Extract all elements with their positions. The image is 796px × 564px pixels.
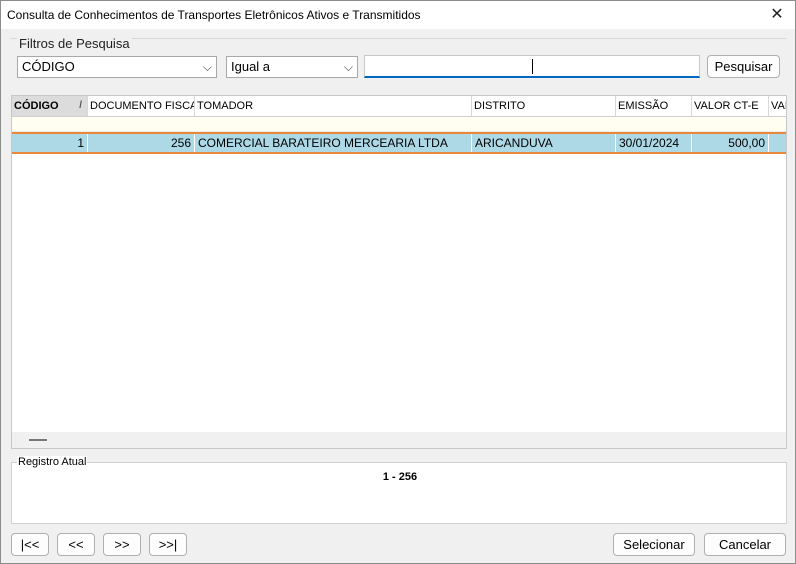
column-header-distrito[interactable]: DISTRITO xyxy=(472,96,616,116)
sort-icon: / xyxy=(79,100,82,111)
search-button[interactable]: Pesquisar xyxy=(707,55,780,78)
close-icon[interactable]: ✕ xyxy=(759,1,795,29)
column-header-valor-cte[interactable]: VALOR CT-E xyxy=(692,96,769,116)
next-record-button[interactable]: >> xyxy=(103,533,141,556)
dialog-window: Consulta de Conhecimentos de Transportes… xyxy=(0,0,796,564)
grid-header: CÓDIGO / DOCUMENTO FISCAL TOMADOR DISTRI… xyxy=(12,96,786,117)
cell-distrito: ARICANDUVA xyxy=(472,134,616,152)
grid-filter-row[interactable] xyxy=(12,117,786,132)
cell-emissao: 30/01/2024 xyxy=(616,134,692,152)
column-header-documento-fiscal[interactable]: DOCUMENTO FISCAL xyxy=(88,96,195,116)
last-record-button[interactable]: >>| xyxy=(149,533,187,556)
column-header-tomador[interactable]: TOMADOR xyxy=(195,96,472,116)
results-grid[interactable]: CÓDIGO / DOCUMENTO FISCAL TOMADOR DISTRI… xyxy=(11,95,787,449)
column-header-emissao[interactable]: EMISSÃO xyxy=(616,96,692,116)
cancel-button[interactable]: Cancelar xyxy=(704,533,786,556)
current-record-value: 1 - 256 xyxy=(382,471,418,483)
horizontal-scrollbar[interactable] xyxy=(12,432,786,448)
cell-valor-cte: 500,00 xyxy=(692,134,769,152)
window-title: Consulta de Conhecimentos de Transportes… xyxy=(7,8,421,22)
current-record-legend: Registro Atual xyxy=(17,456,88,468)
select-button[interactable]: Selecionar xyxy=(613,533,695,556)
title-bar: Consulta de Conhecimentos de Transportes… xyxy=(1,1,795,29)
cell-codigo: 1 xyxy=(12,134,88,152)
cell-tomador: COMERCIAL BARATEIRO MERCEARIA LTDA xyxy=(195,134,472,152)
cell-documento-fiscal: 256 xyxy=(88,134,195,152)
table-row[interactable]: 1 256 COMERCIAL BARATEIRO MERCEARIA LTDA… xyxy=(12,132,786,154)
current-record-panel: 1 - 256 xyxy=(11,462,787,524)
operator-select[interactable]: Igual a ⌵ xyxy=(226,56,358,78)
text-caret xyxy=(532,59,533,74)
chevron-down-icon: ⌵ xyxy=(202,60,212,74)
cell-val xyxy=(769,134,786,152)
filter-group-legend: Filtros de Pesquisa xyxy=(17,36,132,51)
column-header-codigo[interactable]: CÓDIGO / xyxy=(12,96,88,116)
scrollbar-thumb[interactable] xyxy=(29,439,47,441)
field-select[interactable]: CÓDIGO ⌵ xyxy=(17,56,217,78)
first-record-button[interactable]: |<< xyxy=(11,533,49,556)
previous-record-button[interactable]: << xyxy=(57,533,95,556)
field-select-value: CÓDIGO xyxy=(22,59,75,74)
chevron-down-icon: ⌵ xyxy=(343,60,353,74)
column-header-val[interactable]: VAL xyxy=(769,96,786,116)
operator-select-value: Igual a xyxy=(231,59,271,74)
